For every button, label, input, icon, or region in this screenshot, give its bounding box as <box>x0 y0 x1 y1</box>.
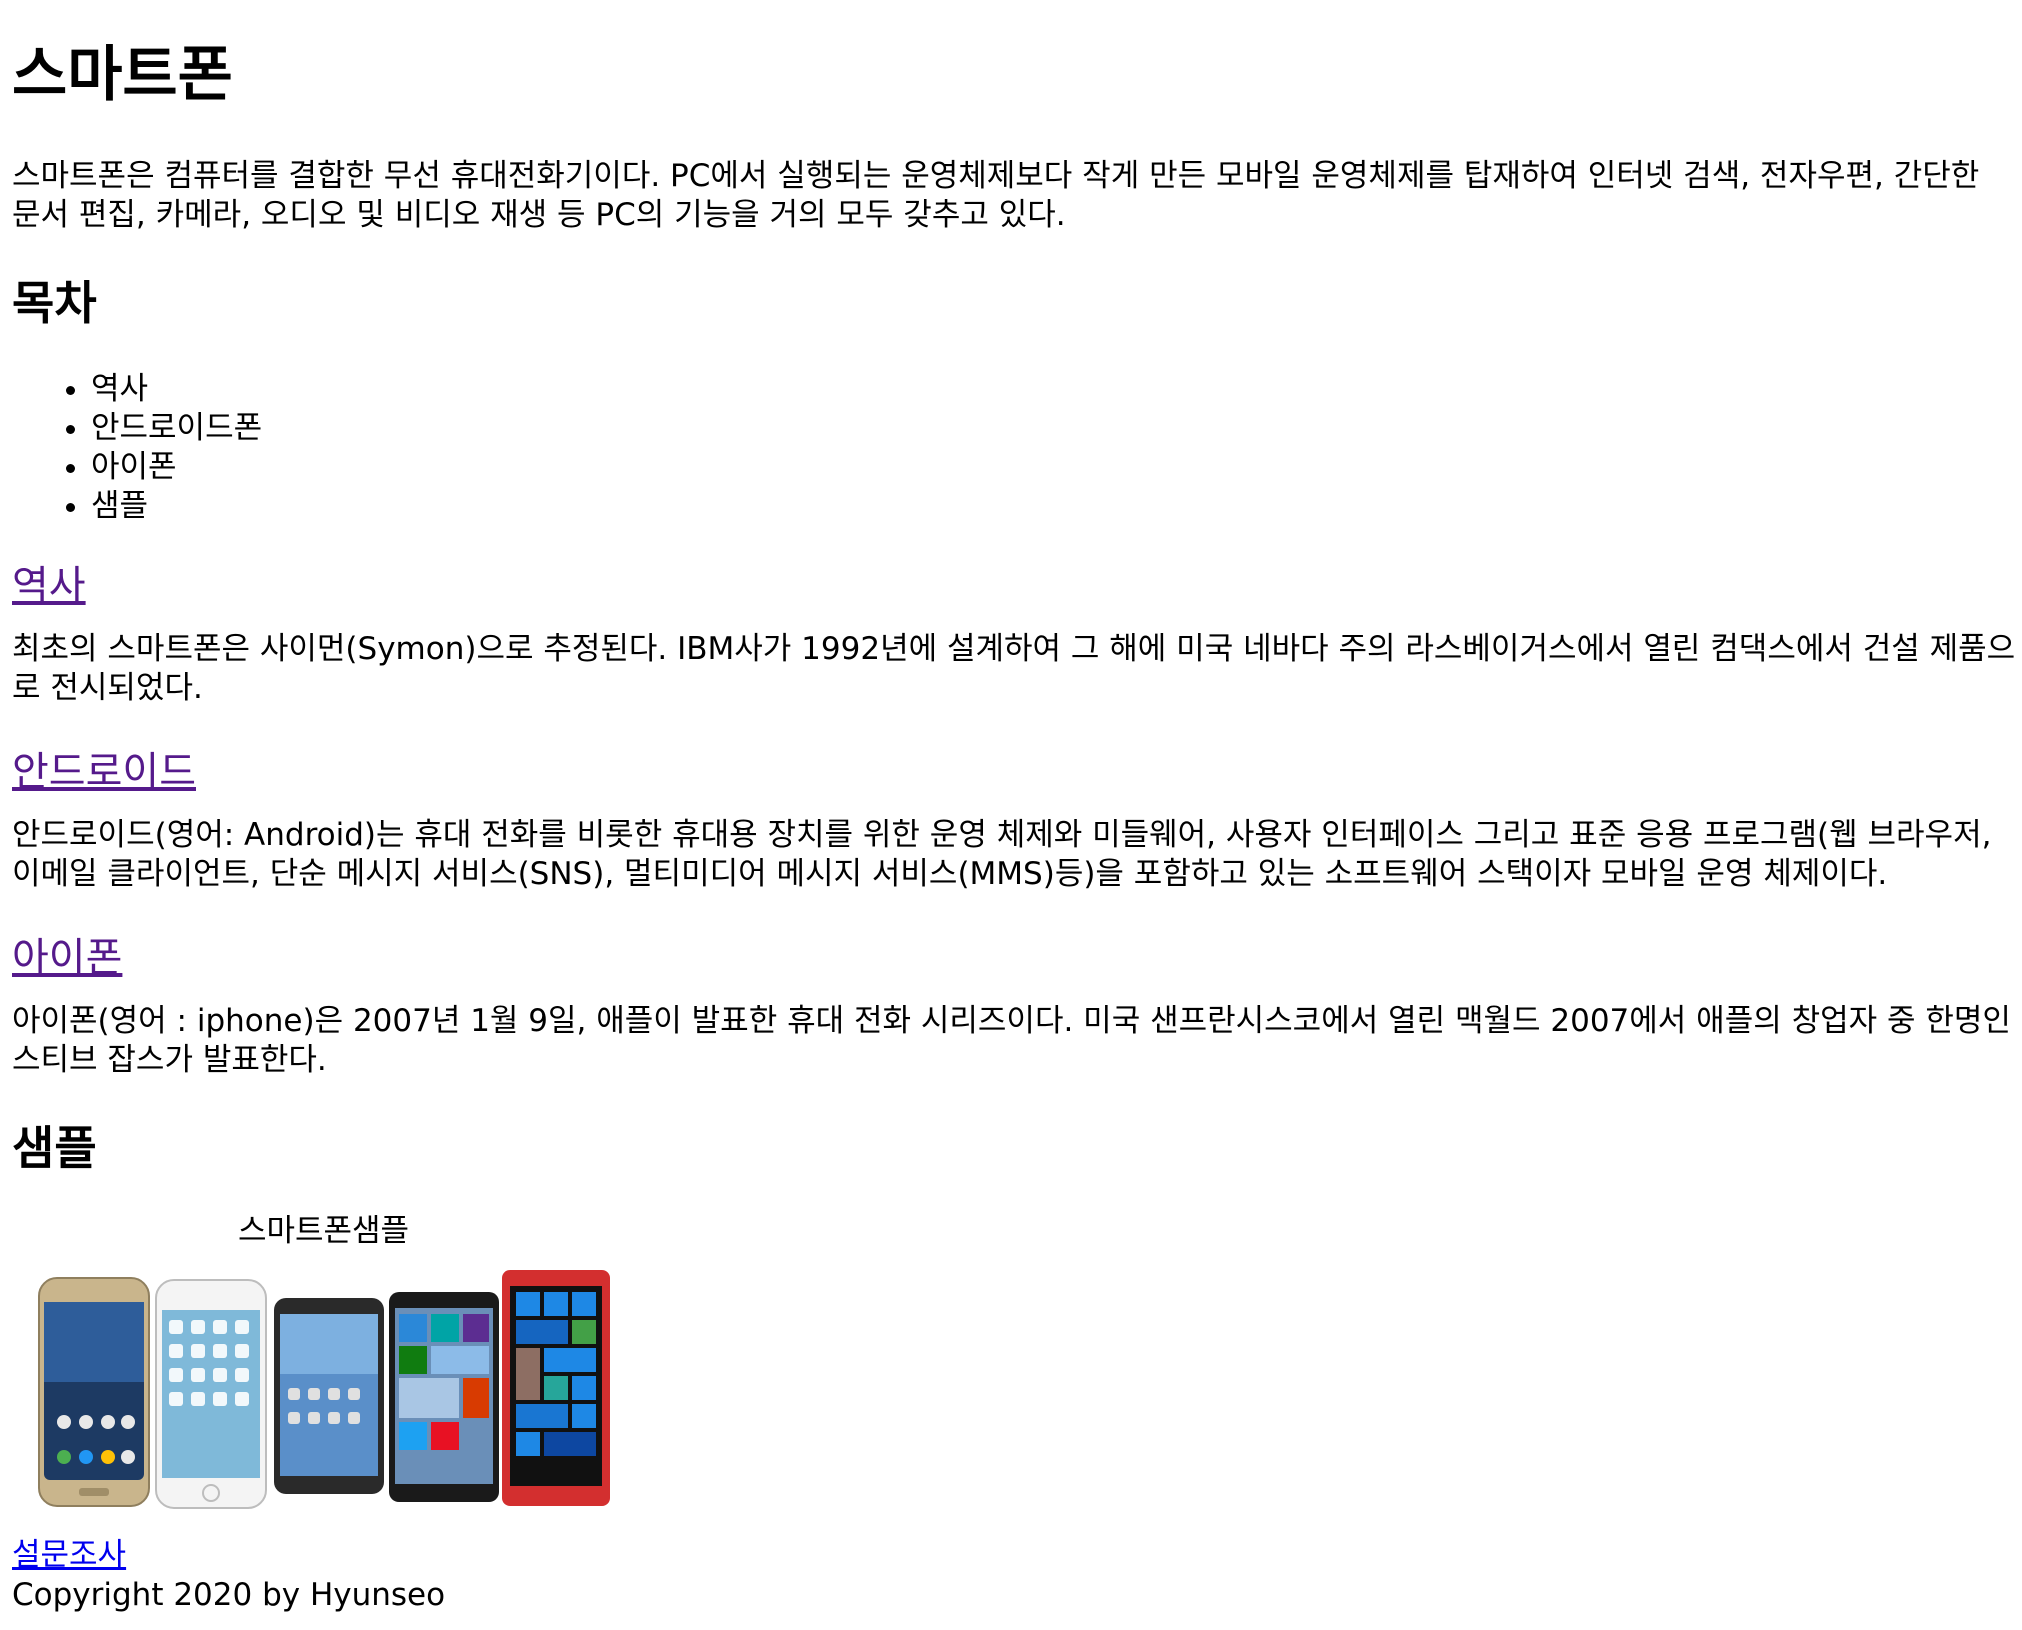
copyright-text: Copyright 2020 by Hyunseo <box>12 1577 446 1613</box>
toc-item-iphone: 아이폰 <box>91 448 262 487</box>
sample-caption: 스마트폰샘플 <box>237 1213 410 1249</box>
page: 스마트폰 스마트폰은 컴퓨터를 결합한 무선 휴대전화기이다. PC에서 실행되… <box>0 0 2022 1630</box>
sample-heading: 샘플 <box>12 1121 97 1175</box>
toc-item-sample: 샘플 <box>91 487 262 526</box>
section-iphone-text: 아이폰(영어 : iphone)은 2007년 1월 9일, 애플이 발표한 휴… <box>12 1003 2011 1078</box>
phone-windows <box>389 1292 499 1502</box>
toc-list: 역사 안드로이드폰 아이폰 샘플 <box>12 370 262 526</box>
toc-heading: 목차 <box>12 276 97 330</box>
phone-iphone <box>155 1279 267 1509</box>
section-iphone-link[interactable]: 아이폰 <box>12 935 122 981</box>
section-android-heading: 안드로이드 <box>12 742 196 802</box>
survey-link-container: 설문조사 <box>12 1536 126 1575</box>
toc-item-android: 안드로이드폰 <box>91 409 262 448</box>
section-android-link[interactable]: 안드로이드 <box>12 749 196 795</box>
phone-galaxy <box>38 1277 150 1507</box>
section-android-text: 안드로이드(영어: Android)는 휴대 전화를 비롯한 휴대용 장치를 위… <box>12 817 1992 892</box>
section-history-heading: 역사 <box>12 556 86 616</box>
phone-lumia <box>502 1270 610 1506</box>
smartphone-sample-image <box>38 1270 610 1509</box>
section-iphone-heading: 아이폰 <box>12 928 122 988</box>
phone-android <box>274 1298 384 1494</box>
section-history-link[interactable]: 역사 <box>12 563 86 609</box>
survey-link[interactable]: 설문조사 <box>12 1537 126 1573</box>
section-history-text: 최초의 스마트폰은 사이먼(Symon)으로 추정된다. IBM사가 1992년… <box>12 631 2016 706</box>
toc-item-history: 역사 <box>91 370 262 409</box>
page-title: 스마트폰 <box>12 40 233 110</box>
intro-paragraph: 스마트폰은 컴퓨터를 결합한 무선 휴대전화기이다. PC에서 실행되는 운영체… <box>12 158 1980 233</box>
